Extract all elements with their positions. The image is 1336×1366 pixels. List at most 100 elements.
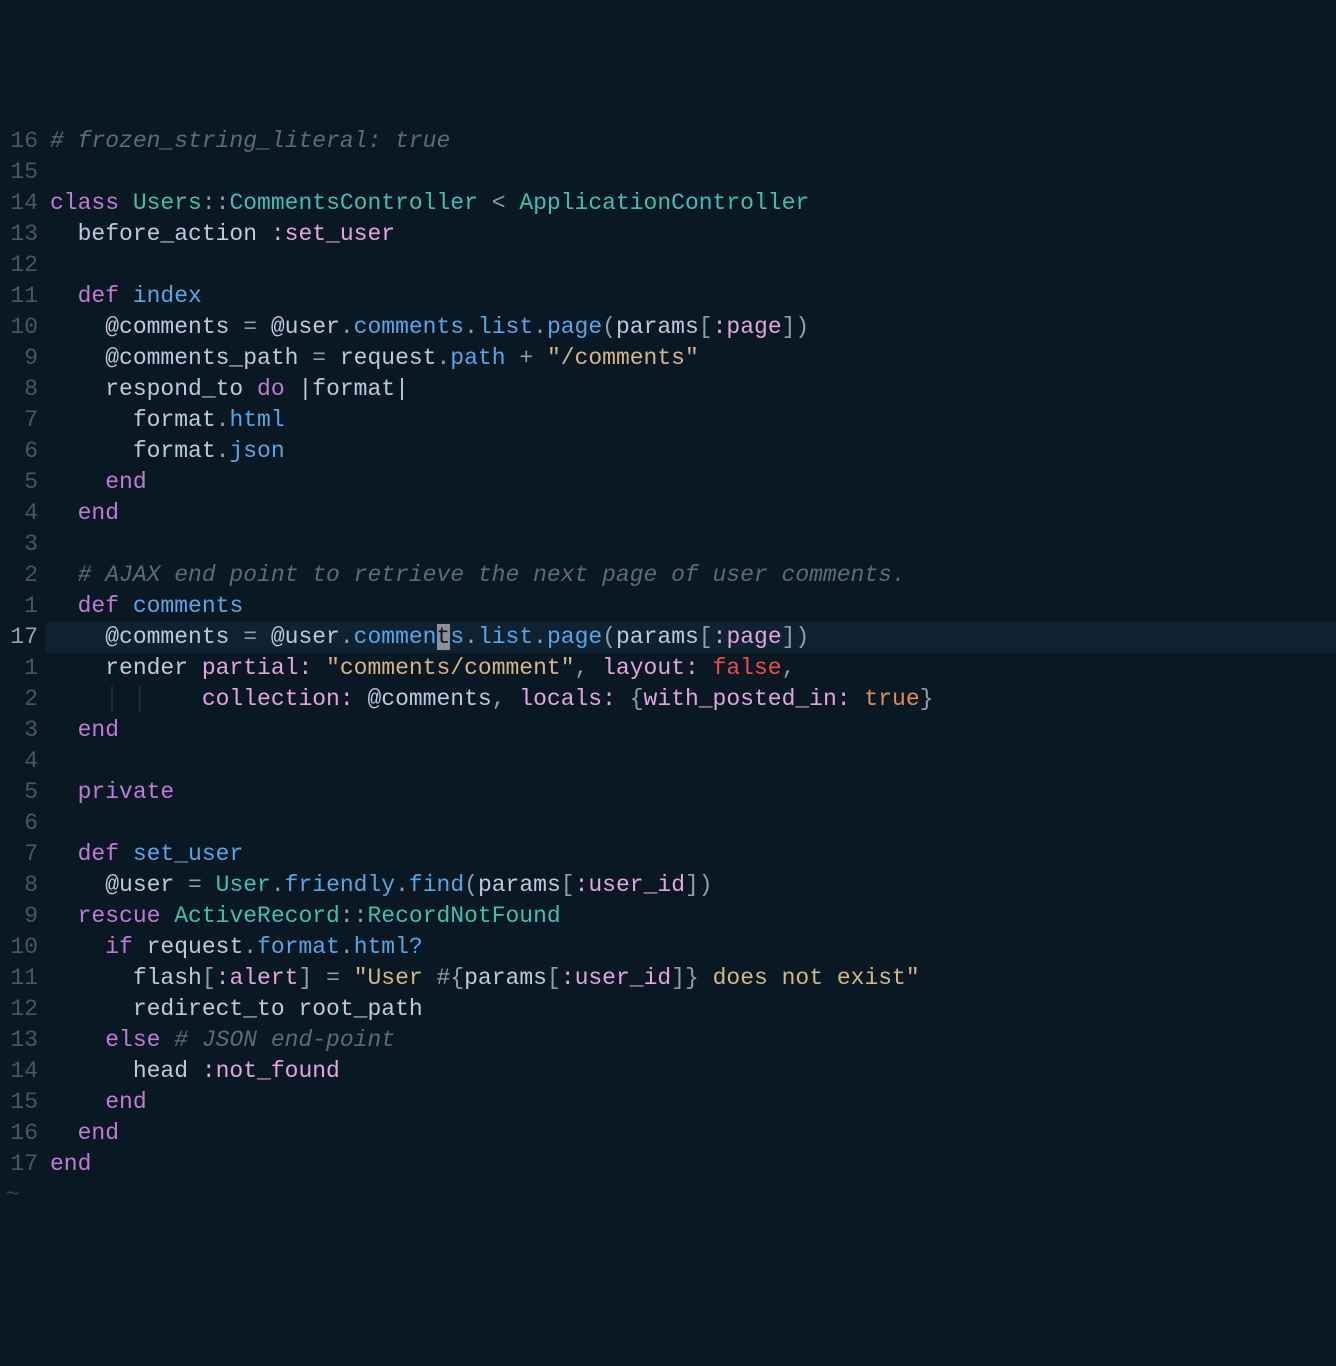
code-line[interactable]: 2 # AJAX end point to retrieve the next …: [0, 560, 1336, 591]
code-line[interactable]: 3: [0, 529, 1336, 560]
code-line[interactable]: 11 def index: [0, 281, 1336, 312]
code-content[interactable]: @comments = @user.comments.list.page(par…: [46, 622, 1336, 653]
code-content[interactable]: end: [46, 498, 1336, 529]
code-content[interactable]: # frozen_string_literal: true: [46, 126, 1336, 157]
token: page: [547, 624, 602, 650]
code-line[interactable]: 6: [0, 808, 1336, 839]
token: @comments: [50, 314, 243, 340]
code-line[interactable]: 11 flash[:alert] = "User #{params[:user_…: [0, 963, 1336, 994]
code-content[interactable]: end: [46, 1087, 1336, 1118]
token: [: [699, 624, 713, 650]
token: params: [464, 965, 547, 991]
code-content[interactable]: [46, 529, 1336, 560]
code-line[interactable]: 8 @user = User.friendly.find(params[:use…: [0, 870, 1336, 901]
code-content[interactable]: format.html: [46, 405, 1336, 436]
code-line[interactable]: 4 end: [0, 498, 1336, 529]
token: .: [216, 407, 230, 433]
token: commen: [354, 624, 437, 650]
code-line[interactable]: 1 def comments: [0, 591, 1336, 622]
code-content[interactable]: end: [46, 1118, 1336, 1149]
token: =: [312, 345, 340, 371]
token: ]): [782, 624, 810, 650]
token: end: [50, 1120, 119, 1146]
code-line[interactable]: 1 render partial: "comments/comment", la…: [0, 653, 1336, 684]
token: :set_user: [271, 221, 395, 247]
token: =: [243, 624, 271, 650]
code-line[interactable]: 5 end: [0, 467, 1336, 498]
code-line[interactable]: 12 redirect_to root_path: [0, 994, 1336, 1025]
code-content[interactable]: if request.format.html?: [46, 932, 1336, 963]
token: end: [50, 1151, 91, 1177]
line-number: 7: [0, 405, 46, 436]
code-content[interactable]: end: [46, 467, 1336, 498]
code-content[interactable]: private: [46, 777, 1336, 808]
code-line[interactable]: 5 private: [0, 777, 1336, 808]
token: (: [602, 624, 616, 650]
code-line[interactable]: 6 format.json: [0, 436, 1336, 467]
token: :user_id: [575, 872, 685, 898]
token: friendly: [285, 872, 395, 898]
code-line[interactable]: 10 @comments = @user.comments.list.page(…: [0, 312, 1336, 343]
code-line[interactable]: 17 @comments = @user.comments.list.page(…: [0, 622, 1336, 653]
code-line[interactable]: 15 end: [0, 1087, 1336, 1118]
token: def: [50, 283, 133, 309]
code-content[interactable]: [46, 808, 1336, 839]
code-line[interactable]: 13 else # JSON end-point: [0, 1025, 1336, 1056]
token: [312, 655, 326, 681]
line-number: 5: [0, 467, 46, 498]
code-line[interactable]: 7 def set_user: [0, 839, 1336, 870]
code-content[interactable]: [46, 746, 1336, 777]
code-content[interactable]: # AJAX end point to retrieve the next pa…: [46, 560, 1336, 591]
code-line[interactable]: 14 head :not_found: [0, 1056, 1336, 1087]
code-content[interactable]: [46, 157, 1336, 188]
token: comments: [354, 314, 464, 340]
code-editor[interactable]: 16# frozen_string_literal: true1514class…: [0, 124, 1336, 1211]
code-content[interactable]: @user = User.friendly.find(params[:user_…: [46, 870, 1336, 901]
code-line[interactable]: 4: [0, 746, 1336, 777]
code-content[interactable]: [46, 250, 1336, 281]
code-content[interactable]: def index: [46, 281, 1336, 312]
code-content[interactable]: format.json: [46, 436, 1336, 467]
code-content[interactable]: render partial: "comments/comment", layo…: [46, 653, 1336, 684]
token: .: [533, 314, 547, 340]
code-line[interactable]: 12: [0, 250, 1336, 281]
code-line[interactable]: 16# frozen_string_literal: true: [0, 126, 1336, 157]
code-line[interactable]: 16 end: [0, 1118, 1336, 1149]
line-number: 8: [0, 870, 46, 901]
token: ActiveRecord: [174, 903, 340, 929]
code-line[interactable]: 8 respond_to do |format|: [0, 374, 1336, 405]
code-content[interactable]: respond_to do |format|: [46, 374, 1336, 405]
code-content[interactable]: head :not_found: [46, 1056, 1336, 1087]
code-content[interactable]: rescue ActiveRecord::RecordNotFound: [46, 901, 1336, 932]
code-content[interactable]: end: [46, 715, 1336, 746]
code-content[interactable]: class Users::CommentsController < Applic…: [46, 188, 1336, 219]
code-line[interactable]: 9 @comments_path = request.path + "/comm…: [0, 343, 1336, 374]
token: if: [50, 934, 147, 960]
code-content[interactable]: @comments_path = request.path + "/commen…: [46, 343, 1336, 374]
code-content[interactable]: flash[:alert] = "User #{params[:user_id]…: [46, 963, 1336, 994]
code-line[interactable]: 2 │ │ collection: @comments, locals: {wi…: [0, 684, 1336, 715]
token: (: [602, 314, 616, 340]
code-content[interactable]: end: [46, 1149, 1336, 1180]
code-content[interactable]: else # JSON end-point: [46, 1025, 1336, 1056]
code-line[interactable]: 17end: [0, 1149, 1336, 1180]
token: @comments: [50, 624, 243, 650]
code-line[interactable]: 7 format.html: [0, 405, 1336, 436]
code-content[interactable]: @comments = @user.comments.list.page(par…: [46, 312, 1336, 343]
code-content[interactable]: def set_user: [46, 839, 1336, 870]
code-content[interactable]: redirect_to root_path: [46, 994, 1336, 1025]
code-line[interactable]: 10 if request.format.html?: [0, 932, 1336, 963]
code-line[interactable]: 3 end: [0, 715, 1336, 746]
token: layout:: [602, 655, 699, 681]
code-line[interactable]: 15: [0, 157, 1336, 188]
code-content[interactable]: before_action :set_user: [46, 219, 1336, 250]
code-line[interactable]: 14class Users::CommentsController < Appl…: [0, 188, 1336, 219]
code-line[interactable]: 9 rescue ActiveRecord::RecordNotFound: [0, 901, 1336, 932]
code-content[interactable]: │ │ collection: @comments, locals: {with…: [46, 684, 1336, 715]
line-number: 11: [0, 963, 46, 994]
code-line[interactable]: 13 before_action :set_user: [0, 219, 1336, 250]
token: list: [478, 314, 533, 340]
token: partial:: [202, 655, 312, 681]
code-content[interactable]: def comments: [46, 591, 1336, 622]
line-number: 16: [0, 126, 46, 157]
